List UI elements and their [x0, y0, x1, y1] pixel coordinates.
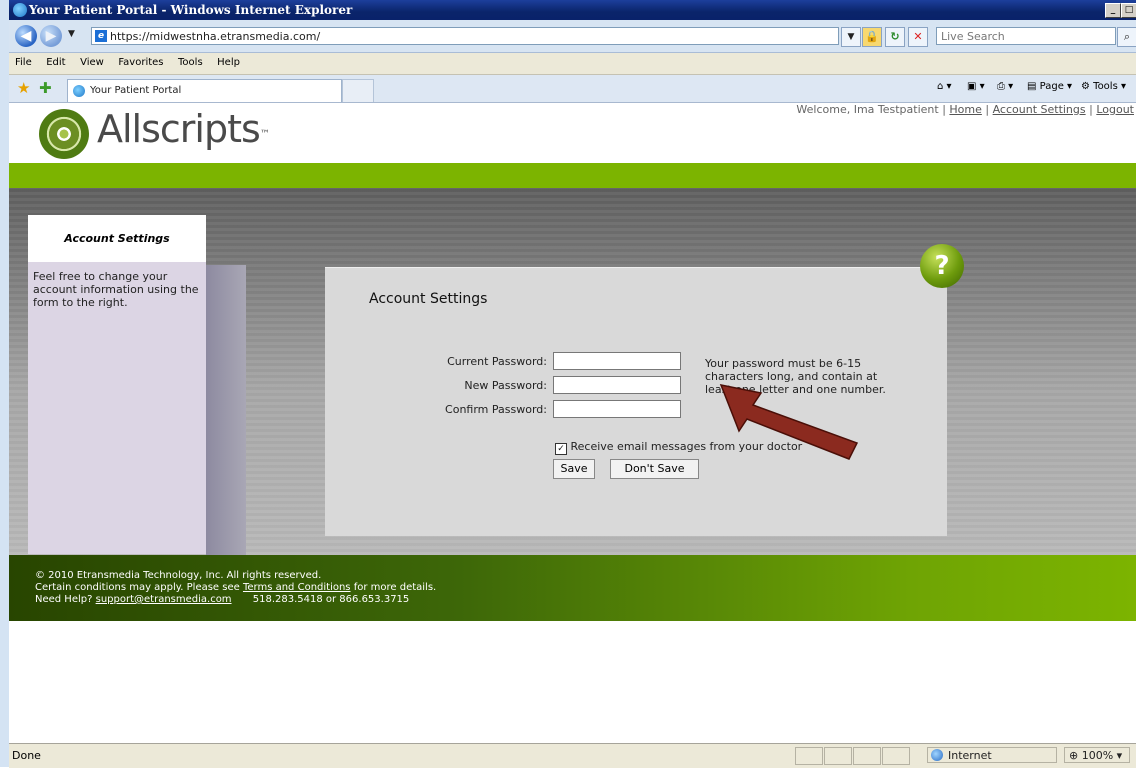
new-password-label: New Password:	[464, 379, 547, 392]
footer-terms-line: Certain conditions may apply. Please see…	[35, 582, 436, 593]
arrow-shape	[719, 383, 859, 460]
support-email-link[interactable]: support@etransmedia.com	[96, 594, 232, 605]
menu-tools[interactable]: Tools	[172, 53, 208, 68]
ie-logo-icon	[13, 3, 27, 17]
confirm-password-input[interactable]	[553, 400, 681, 418]
footer-copyright: © 2010 Etransmedia Technology, Inc. All …	[35, 570, 322, 581]
save-button[interactable]: Save	[553, 459, 595, 479]
allscripts-logo-icon	[39, 109, 89, 159]
welcome-text: Welcome, Ima Testpatient |	[796, 103, 946, 116]
menu-bar: File Edit View Favorites Tools Help	[9, 53, 1136, 75]
sidebar-shadow	[206, 265, 246, 555]
favorites-star-icon[interactable]: ★	[17, 79, 30, 97]
zone-label: Internet	[948, 749, 992, 762]
sidebar-title: Account Settings	[28, 215, 206, 262]
url-text: https://midwestnha.etransmedia.com/	[110, 30, 321, 43]
email-checkbox[interactable]: ✓	[555, 443, 567, 455]
tab-ie-icon	[73, 85, 85, 97]
sidebar-description: Feel free to change your account informa…	[28, 262, 206, 554]
header-links: Welcome, Ima Testpatient | Home | Accoun…	[796, 103, 1134, 116]
minimize-icon[interactable]: _	[1105, 3, 1121, 18]
zoom-icon: ⊕	[1069, 749, 1079, 762]
current-password-input[interactable]	[553, 352, 681, 370]
dont-save-button[interactable]: Don't Save	[610, 459, 699, 479]
annotation-arrow	[719, 383, 859, 460]
desktop-edge	[0, 0, 9, 767]
account-settings-link[interactable]: Account Settings	[993, 103, 1086, 116]
search-input[interactable]: Live Search	[936, 27, 1116, 45]
terms-link[interactable]: Terms and Conditions	[243, 582, 351, 593]
add-favorite-icon[interactable]: ✚	[39, 79, 52, 97]
help-icon[interactable]: ?	[920, 244, 964, 288]
globe-icon	[931, 749, 943, 761]
tab-label: Your Patient Portal	[90, 85, 182, 96]
status-pane	[853, 747, 881, 765]
tab-bar: ★ ✚ Your Patient Portal ⌂ ▾ ▣ ▾ ⎙ ▾ ▤ Pa…	[9, 75, 1136, 103]
menu-view[interactable]: View	[74, 53, 109, 68]
menu-help[interactable]: Help	[211, 53, 245, 68]
feeds-icon[interactable]: ▣ ▾	[967, 81, 985, 92]
tools-menu-button[interactable]: ⚙ Tools ▾	[1081, 81, 1126, 92]
status-bar: Done Internet ⊕ 100% ▾	[9, 743, 1136, 768]
print-icon[interactable]: ⎙ ▾	[997, 81, 1013, 92]
page-footer: © 2010 Etransmedia Technology, Inc. All …	[9, 555, 1136, 621]
page-menu-label: Page	[1039, 81, 1064, 92]
current-password-label: Current Password:	[447, 355, 547, 368]
lock-icon[interactable]: 🔒	[862, 27, 882, 47]
url-dropdown-icon[interactable]: ▼	[841, 27, 861, 47]
status-pane	[824, 747, 852, 765]
status-pane	[795, 747, 823, 765]
new-password-input[interactable]	[553, 376, 681, 394]
status-pane	[882, 747, 910, 765]
logo-trademark: ™	[259, 129, 270, 140]
page-menu-button[interactable]: ▤ Page ▾	[1027, 81, 1072, 92]
logo-wordmark: Allscripts	[97, 107, 261, 151]
security-zone[interactable]: Internet	[927, 747, 1057, 763]
maximize-icon[interactable]: □	[1121, 3, 1136, 18]
forward-icon[interactable]: ▶	[40, 25, 62, 47]
page-icon: e	[95, 30, 107, 42]
header-green-bar	[9, 163, 1136, 188]
search-icon[interactable]: ⌕	[1117, 27, 1136, 47]
menu-file[interactable]: File	[9, 53, 37, 68]
status-text: Done	[12, 749, 41, 762]
confirm-password-label: Confirm Password:	[445, 403, 547, 416]
zoom-level: 100%	[1081, 749, 1114, 762]
panel-title: Account Settings	[369, 291, 488, 307]
window-titlebar: Your Patient Portal - Windows Internet E…	[9, 0, 1136, 20]
page-content: Allscripts™ Welcome, Ima Testpatient | H…	[9, 103, 1136, 743]
menu-edit[interactable]: Edit	[40, 53, 70, 68]
address-toolbar: ◀ ▶ ▼ e https://midwestnha.etransmedia.c…	[9, 20, 1136, 53]
footer-help-line: Need Help? support@etransmedia.com 518.2…	[35, 594, 409, 605]
support-phones: 518.283.5418 or 866.653.3715	[252, 594, 410, 605]
logout-link[interactable]: Logout	[1096, 103, 1134, 116]
url-field[interactable]: e https://midwestnha.etransmedia.com/	[91, 27, 839, 45]
history-dropdown-icon[interactable]: ▼	[68, 29, 75, 39]
zoom-control[interactable]: ⊕ 100% ▾	[1064, 747, 1130, 763]
back-icon[interactable]: ◀	[15, 25, 37, 47]
help-prefix: Need Help?	[35, 594, 93, 605]
window-title: Your Patient Portal - Windows Internet E…	[29, 3, 353, 17]
refresh-icon[interactable]: ↻	[885, 27, 905, 47]
new-tab-button[interactable]	[342, 79, 374, 102]
tab-your-patient-portal[interactable]: Your Patient Portal	[67, 79, 342, 102]
menu-favorites[interactable]: Favorites	[112, 53, 168, 68]
home-link[interactable]: Home	[949, 103, 981, 116]
terms-suffix: for more details.	[353, 582, 437, 593]
logo-text: Allscripts™	[97, 107, 270, 151]
terms-prefix: Certain conditions may apply. Please see	[35, 582, 240, 593]
tools-menu-label: Tools	[1093, 81, 1118, 92]
stop-icon[interactable]: ✕	[908, 27, 928, 47]
home-icon[interactable]: ⌂ ▾	[937, 81, 952, 92]
